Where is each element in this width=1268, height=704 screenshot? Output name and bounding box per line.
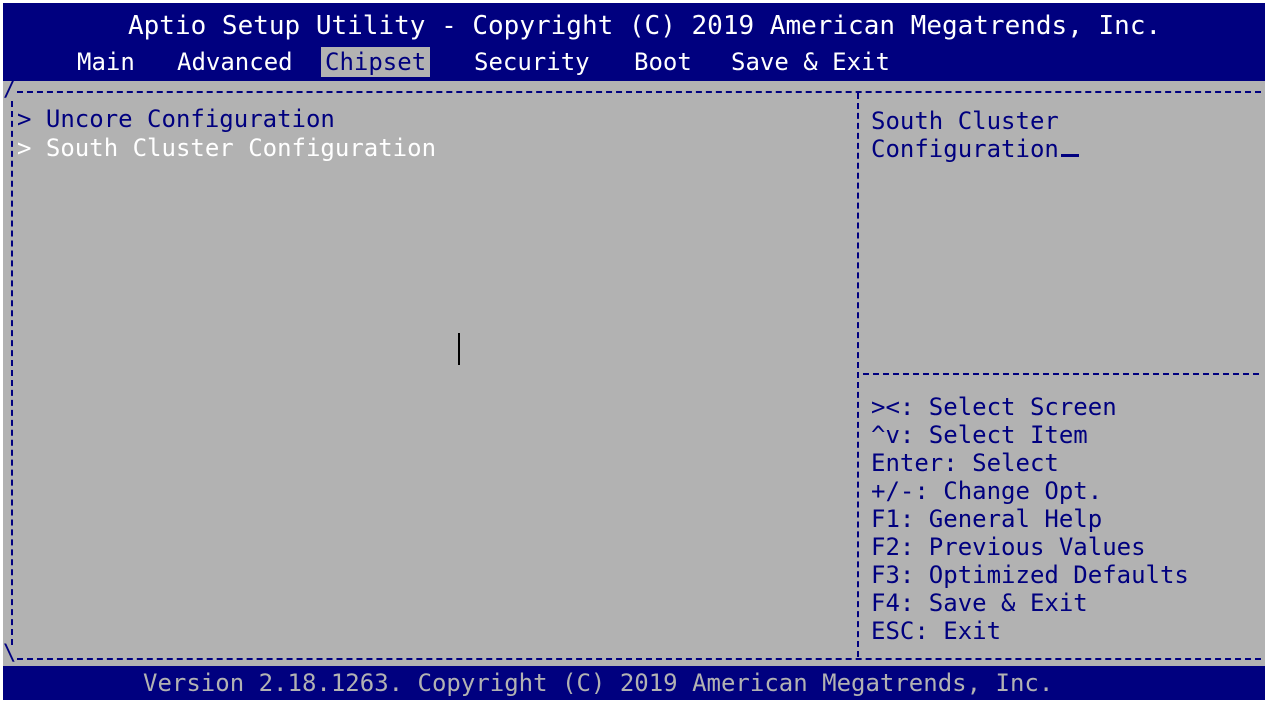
frame-bottom-border — [17, 658, 1261, 660]
title-bar: Aptio Setup Utility - Copyright (C) 2019… — [3, 3, 1265, 81]
tab-chipset[interactable]: Chipset — [321, 47, 431, 77]
help-line: Configuration — [871, 135, 1251, 163]
frame-corner-bottom-left: \ — [3, 641, 17, 666]
key-optimized-defaults: F3: Optimized Defaults — [871, 561, 1189, 589]
key-legend: ><: Select Screen ^v: Select Item Enter:… — [871, 393, 1189, 645]
version-text: Version 2.18.1263. Copyright (C) 2019 Am… — [143, 669, 1054, 697]
utility-title: Aptio Setup Utility - Copyright (C) 2019… — [128, 11, 1162, 41]
tab-main[interactable]: Main — [77, 47, 135, 77]
bios-screen: Aptio Setup Utility - Copyright (C) 2019… — [3, 3, 1265, 700]
item-help: South Cluster Configuration — [871, 107, 1251, 163]
pane-divider — [857, 93, 859, 657]
key-esc-exit: ESC: Exit — [871, 617, 1002, 645]
key-save-exit: F4: Save & Exit — [871, 589, 1088, 617]
text-cursor-icon — [458, 333, 460, 365]
text-cursor-icon — [1060, 154, 1079, 157]
key-select-item: ^v: Select Item — [871, 421, 1088, 449]
tab-advanced[interactable]: Advanced — [177, 47, 293, 77]
help-line: South Cluster — [871, 107, 1059, 135]
frame-top-border — [17, 91, 1261, 93]
tab-boot[interactable]: Boot — [634, 47, 692, 77]
key-select-screen: ><: Select Screen — [871, 393, 1117, 421]
key-change-opt: +/-: Change Opt. — [871, 477, 1103, 505]
tab-security[interactable]: Security — [474, 47, 590, 77]
help-divider — [863, 373, 1259, 375]
key-previous-values: F2: Previous Values — [871, 533, 1146, 561]
menu-item-south-cluster-configuration[interactable]: > South Cluster Configuration — [17, 133, 436, 163]
footer-bar: Version 2.18.1263. Copyright (C) 2019 Am… — [3, 666, 1265, 700]
frame-corner-top-left: / — [3, 77, 17, 102]
key-enter-select: Enter: Select — [871, 449, 1059, 477]
menu-item-uncore-configuration[interactable]: > Uncore Configuration — [17, 104, 335, 134]
key-general-help: F1: General Help — [871, 505, 1103, 533]
tab-save-exit[interactable]: Save & Exit — [731, 47, 890, 77]
help-line-text: Configuration — [871, 135, 1059, 163]
frame-left-border — [11, 101, 13, 645]
